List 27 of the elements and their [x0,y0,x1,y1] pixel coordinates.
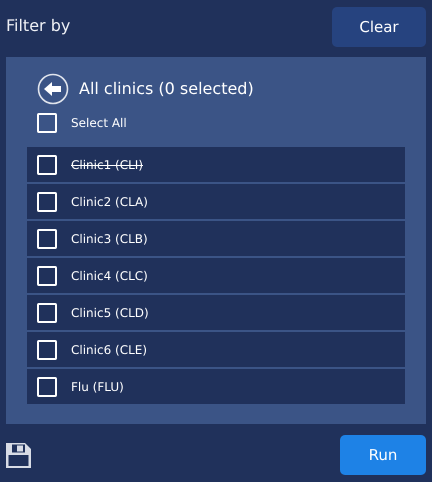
clinic-label: Clinic1 (CLI) [71,158,143,172]
clinic-label: Clinic2 (CLA) [71,194,148,208]
clinic-label: Flu (FLU) [71,380,124,394]
clinic-label: Clinic3 (CLB) [71,232,148,246]
save-icon[interactable] [6,442,31,468]
checkbox[interactable] [37,376,57,396]
checkbox[interactable] [37,340,57,360]
clinic-row[interactable]: Clinic4 (CLC) [27,258,405,293]
clinic-row[interactable]: Clinic2 (CLA) [27,184,405,219]
checkbox[interactable] [37,113,57,133]
clinic-label: Clinic6 (CLE) [71,342,148,356]
clinic-row[interactable]: Clinic3 (CLB) [27,221,405,256]
filter-title: Filter by [6,16,70,35]
clinic-row[interactable]: Clinic6 (CLE) [27,332,405,367]
clinic-row[interactable]: Flu (FLU) [27,369,405,404]
clinic-label: Clinic4 (CLC) [71,268,148,282]
back-icon[interactable] [37,72,69,104]
select-all-label: Select All [71,116,127,130]
checkbox[interactable] [37,192,57,212]
checkbox[interactable] [37,266,57,286]
list-title: All clinics (0 selected) [79,79,254,98]
clinic-label: Clinic5 (CLD) [71,306,149,320]
checkbox[interactable] [37,302,57,322]
clear-button[interactable]: Clear [332,7,426,47]
run-button[interactable]: Run [340,435,426,475]
clinic-row[interactable]: Clinic5 (CLD) [27,295,405,330]
checkbox[interactable] [37,228,57,248]
